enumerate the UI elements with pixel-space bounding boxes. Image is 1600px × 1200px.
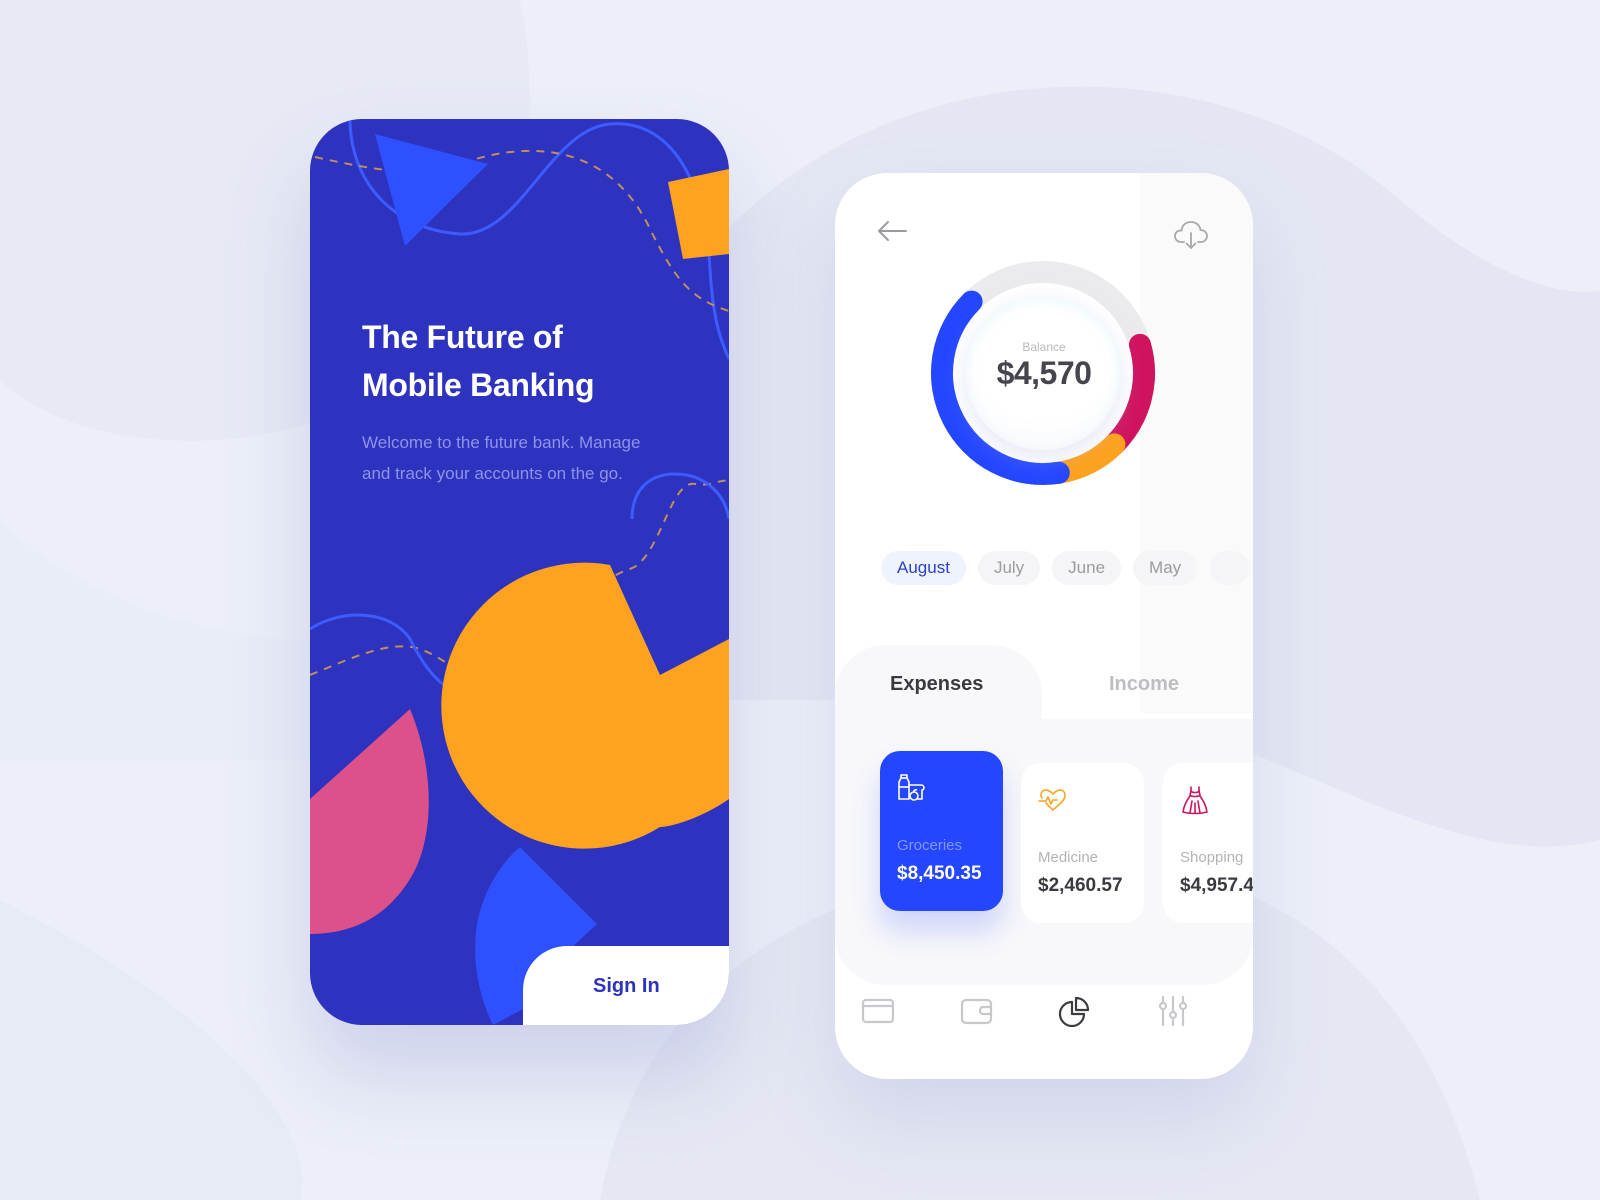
category-label: Shopping: [1180, 849, 1244, 866]
card-icon: [861, 998, 895, 1024]
square-shape: [668, 169, 729, 259]
pie-shape-pink: [310, 709, 429, 934]
onboarding-screen: The Future of Mobile Banking Welcome to …: [310, 119, 729, 1025]
expenses-income-section: Expenses Income Groceries $8,450.35 Medi…: [835, 645, 1253, 985]
pie-chart-icon: [1058, 996, 1090, 1028]
month-chip-more[interactable]: [1209, 551, 1250, 585]
category-card-shopping[interactable]: Shopping $4,957.45: [1163, 763, 1253, 923]
nav-stats-button[interactable]: [1055, 991, 1095, 1031]
bottom-navigation: [835, 991, 1253, 1061]
category-amount: $4,957.45: [1180, 875, 1253, 896]
dashed-line-top: [314, 149, 729, 312]
balance-label: Balance: [1022, 340, 1066, 354]
pie-shape-orange: [441, 562, 729, 849]
month-chip-june[interactable]: June: [1052, 551, 1122, 585]
dress-icon: [1182, 786, 1208, 815]
hero-title: The Future of Mobile Banking: [362, 313, 595, 409]
month-chip-july[interactable]: July: [977, 551, 1041, 585]
heart-pulse-icon: [1038, 789, 1066, 811]
category-card-medicine[interactable]: Medicine $2,460.57: [1021, 763, 1144, 923]
month-chip-may[interactable]: May: [1133, 551, 1198, 585]
hero-title-line1: The Future of: [362, 319, 563, 355]
category-amount: $2,460.57: [1038, 875, 1123, 896]
nav-settings-button[interactable]: [1153, 991, 1193, 1031]
hero-subtitle: Welcome to the future bank. Manage and t…: [362, 427, 692, 489]
sliders-icon: [1158, 995, 1188, 1027]
download-button[interactable]: [1173, 217, 1209, 253]
sign-in-button[interactable]: Sign In: [523, 946, 729, 1025]
category-label: Groceries: [897, 837, 963, 854]
category-amount: $8,450.35: [897, 863, 982, 884]
balance-value: $4,570: [996, 355, 1092, 391]
nav-cards-button[interactable]: [858, 991, 898, 1031]
background: [0, 0, 1600, 1200]
hero-subtitle-line2: and track your accounts on the go.: [362, 464, 623, 483]
nav-wallet-button[interactable]: [957, 991, 997, 1031]
groceries-icon: [898, 774, 925, 801]
hero-subtitle-line1: Welcome to the future bank. Manage: [362, 433, 641, 452]
category-card-groceries[interactable]: Groceries $8,450.35: [880, 751, 1003, 911]
back-button[interactable]: [875, 219, 909, 243]
decorative-shapes: [310, 119, 729, 1025]
arrow-left-icon: [878, 221, 907, 241]
dashboard-screen: Balance $4,570 August July June May Expe…: [835, 173, 1253, 1079]
wallet-icon: [960, 998, 993, 1025]
cloud-download-icon: [1174, 221, 1208, 249]
hero-title-line2: Mobile Banking: [362, 367, 595, 403]
category-label: Medicine: [1038, 849, 1099, 866]
tab-income[interactable]: Income: [1109, 673, 1179, 696]
background-shapes: [0, 0, 1600, 1200]
tab-expenses[interactable]: Expenses: [890, 673, 983, 696]
month-chip-august[interactable]: August: [881, 551, 966, 585]
month-selector: August July June May: [881, 551, 1250, 585]
